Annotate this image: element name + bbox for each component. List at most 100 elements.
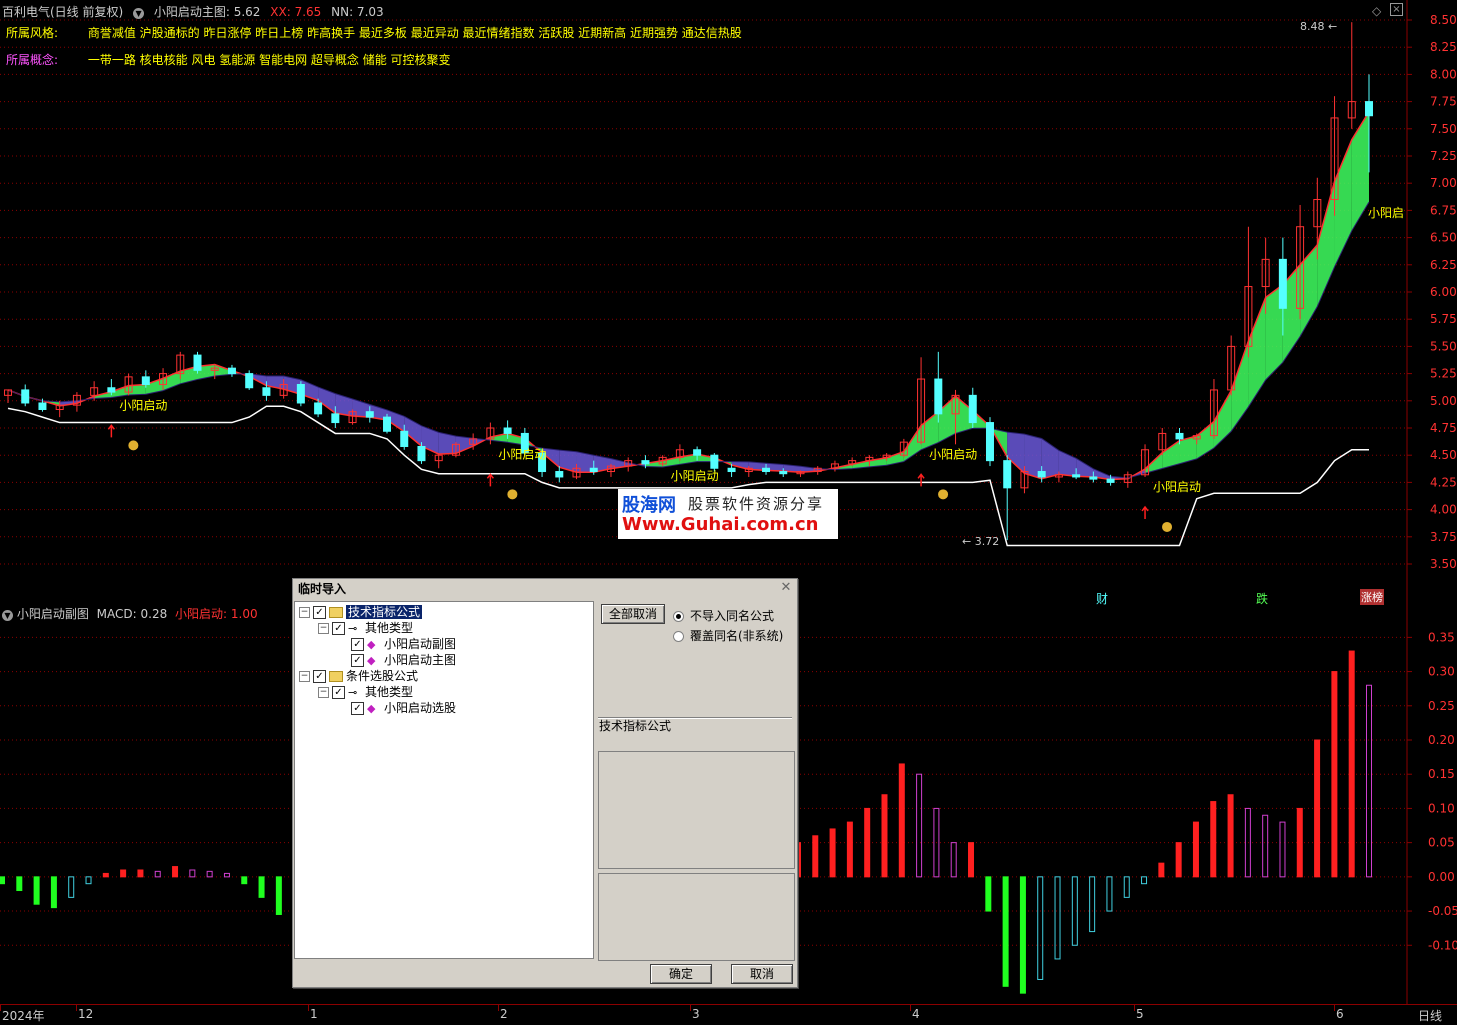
- macd-bar: [223, 872, 230, 878]
- candle-body: [1037, 471, 1046, 478]
- macd-bar: [1123, 876, 1130, 898]
- time-axis-tick: [690, 1005, 691, 1011]
- time-axis-tick: [1134, 1005, 1135, 1011]
- watermark-url: Www.Guhai.com.cn: [622, 514, 819, 535]
- formula-tree[interactable]: − ✓ 技术指标公式 − ✓ ⊸ 其他类型 ✓ ◆ 小阳启动副图 ✓ ◆ 小阳启动主图 − ✓ 条件选股公式 −…: [294, 601, 594, 959]
- macd-bar: [1175, 842, 1182, 878]
- radio-overwrite[interactable]: 覆盖同名(非系统): [673, 627, 783, 644]
- dialog-close-icon[interactable]: ✕: [779, 581, 793, 595]
- deselect-all-button[interactable]: 全部取消: [601, 604, 665, 624]
- macd-bar: [1002, 876, 1009, 987]
- macd-bar: [16, 876, 23, 892]
- tree-checkbox[interactable]: ✓: [332, 622, 345, 635]
- tree-node[interactable]: − ✓ ⊸ 其他类型: [318, 620, 413, 636]
- price-tick-label: 7.50: [1430, 122, 1457, 136]
- tree-node[interactable]: − ✓ ⊸ 其他类型: [318, 684, 413, 700]
- period-selector[interactable]: 日线: [1418, 1007, 1442, 1024]
- sub-tick-label: 0.15: [1428, 767, 1455, 781]
- macd-bar: [1037, 876, 1044, 980]
- candle-body: [503, 427, 512, 434]
- macd-bar: [985, 876, 992, 912]
- macd-bar: [68, 876, 75, 898]
- tree-node-label: 其他类型: [365, 621, 414, 635]
- trend-band-segment: [1351, 111, 1369, 231]
- candle-body: [383, 416, 392, 432]
- tree-node-label: 技术指标公式: [346, 605, 423, 619]
- ok-button[interactable]: 确定: [650, 964, 712, 984]
- sub-tick-label: 0.30: [1428, 665, 1455, 679]
- tree-expander-icon[interactable]: −: [318, 623, 329, 634]
- tree-checkbox[interactable]: ✓: [332, 686, 345, 699]
- price-tick-label: 4.00: [1430, 503, 1457, 517]
- tree-node[interactable]: − ✓ 技术指标公式: [299, 604, 423, 620]
- candle-body: [400, 430, 409, 447]
- tree-checkbox[interactable]: ✓: [313, 606, 326, 619]
- macd-bar: [864, 807, 871, 878]
- sub-tick-label: 0.25: [1428, 699, 1455, 713]
- macd-bar: [206, 870, 213, 878]
- key-icon: ⊸: [348, 622, 358, 635]
- tree-node[interactable]: ✓ ◆ 小阳启动副图: [337, 636, 456, 652]
- price-tick-label: 6.50: [1430, 231, 1457, 245]
- time-axis-label: 6: [1336, 1007, 1344, 1021]
- price-tick-label: 7.75: [1430, 95, 1457, 109]
- macd-bar: [50, 876, 57, 909]
- time-axis-tick: [498, 1005, 499, 1011]
- radio-skip-duplicates[interactable]: 不导入同名公式: [673, 607, 774, 624]
- trend-band-segment: [1231, 340, 1249, 432]
- sub-tick-label: 0.10: [1428, 801, 1455, 815]
- candle-body: [1003, 460, 1012, 489]
- slow-ma-line: [7, 201, 1370, 479]
- radio-overwrite-icon[interactable]: [673, 631, 684, 642]
- candle-body: [365, 411, 374, 418]
- price-tick-label: 4.50: [1430, 448, 1457, 462]
- buy-arrow-icon: [1141, 505, 1149, 519]
- macd-bar: [1210, 801, 1217, 878]
- macd-bar: [275, 876, 282, 915]
- money-bag-icon: [128, 440, 139, 451]
- candle-body: [107, 387, 116, 393]
- time-axis-label: 2024年: [2, 1009, 45, 1023]
- tree-node-label: 小阳启动选股: [384, 701, 457, 715]
- time-axis-label: 4: [912, 1007, 920, 1021]
- cancel-button[interactable]: 取消: [731, 964, 793, 984]
- candle-body: [227, 367, 236, 375]
- tree-node[interactable]: − ✓ 条件选股公式: [299, 668, 418, 684]
- money-bag-icon: [1162, 521, 1173, 532]
- macd-bar: [137, 869, 144, 878]
- tree-expander-icon[interactable]: −: [299, 607, 310, 618]
- candle-body: [779, 471, 788, 475]
- tree-checkbox[interactable]: ✓: [351, 654, 364, 667]
- tree-node-label: 条件选股公式: [346, 669, 419, 683]
- candle-body: [968, 394, 977, 424]
- tree-node[interactable]: ✓ ◆ 小阳启动选股: [337, 700, 456, 716]
- gem-icon: ◆: [367, 654, 376, 667]
- macd-bar: [1141, 876, 1148, 885]
- price-tick-label: 7.25: [1430, 149, 1457, 163]
- tree-expander-icon[interactable]: −: [318, 687, 329, 698]
- tree-node[interactable]: ✓ ◆ 小阳启动主图: [337, 652, 456, 668]
- temp-import-dialog: 临时导入 ✕ − ✓ 技术指标公式 − ✓ ⊸ 其他类型 ✓ ◆ 小阳启动副图 ✓ ◆ 小阳启动主图 − ✓…: [292, 578, 798, 988]
- price-tick-label: 6.00: [1430, 285, 1457, 299]
- tree-checkbox[interactable]: ✓: [351, 638, 364, 651]
- tree-expander-icon[interactable]: −: [299, 671, 310, 682]
- price-tick-label: 5.50: [1430, 339, 1457, 353]
- signal-label: 小阳启动: [929, 447, 977, 461]
- candle-body: [296, 383, 305, 404]
- time-axis-tick: [76, 1005, 77, 1011]
- money-bag-icon: [938, 489, 949, 500]
- price-tick-label: 4.25: [1430, 475, 1457, 489]
- candle-body: [710, 454, 719, 469]
- tree-checkbox[interactable]: ✓: [351, 702, 364, 715]
- candle-body: [38, 402, 47, 411]
- macd-bar: [1366, 684, 1372, 878]
- signal-label: 小阳启动: [119, 398, 167, 412]
- macd-bar: [172, 866, 179, 878]
- radio-skip-icon[interactable]: [673, 611, 684, 622]
- tree-checkbox[interactable]: ✓: [313, 670, 326, 683]
- price-tick-label: 8.00: [1430, 67, 1457, 81]
- candle-body: [641, 460, 650, 465]
- macd-bar: [1089, 876, 1096, 933]
- time-axis-label: 1: [310, 1007, 318, 1021]
- macd-bar: [241, 876, 248, 885]
